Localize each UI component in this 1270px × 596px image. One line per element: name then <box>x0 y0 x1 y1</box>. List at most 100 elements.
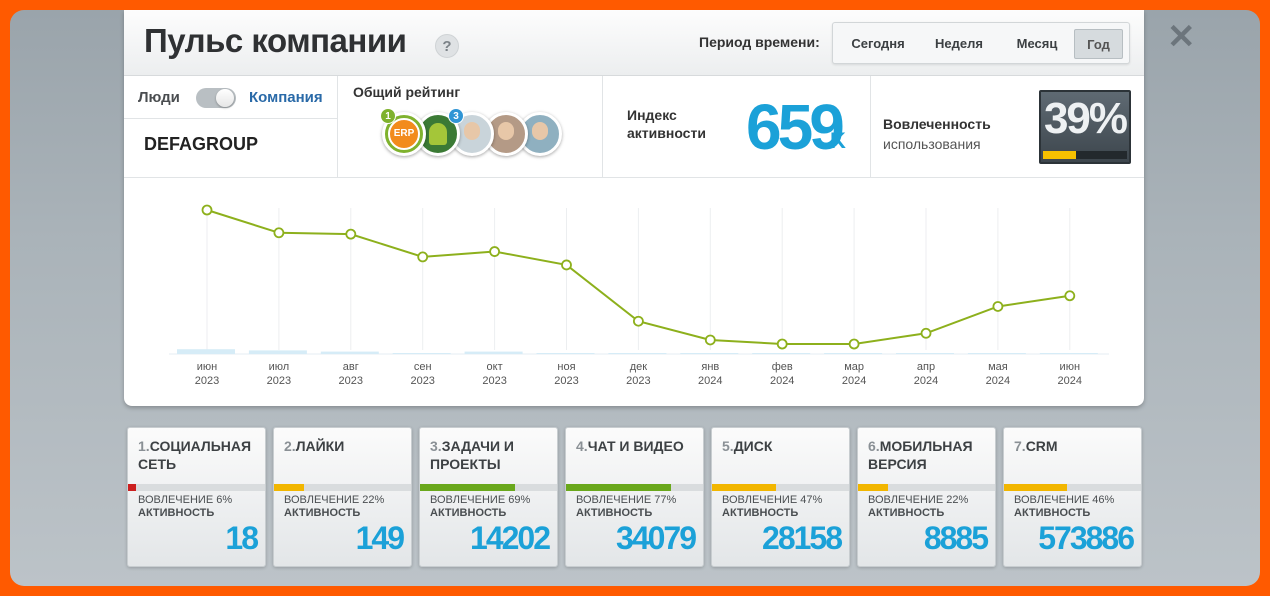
period-month-button[interactable]: Месяц <box>1003 29 1071 59</box>
tool-title: 2.Лайки <box>284 437 409 455</box>
data-point[interactable] <box>417 251 429 263</box>
period-selector: Сегодня Неделя Месяц Год <box>832 22 1130 64</box>
period-today-button[interactable]: Сегодня <box>841 29 915 59</box>
chart-bar <box>680 353 739 354</box>
engagement-value: 39% <box>1043 94 1128 143</box>
activity-chart: июн 2023 июл 2023 авг 2023 сен 2023 окт 2023 ноя 20… <box>124 178 1144 406</box>
tool-title: 7.CRM <box>1014 437 1139 455</box>
chart-bar <box>896 353 954 354</box>
tool-activity-label: Активность <box>576 507 653 519</box>
engagement-bar <box>1043 151 1127 159</box>
period-week-button[interactable]: Неделя <box>923 29 995 59</box>
x-tick-year: 2024 <box>986 375 1010 387</box>
android-icon <box>429 123 447 145</box>
tool-activity-value: 14202 <box>470 520 551 556</box>
header-bar: Пульс компании ? Период времени: Сегодня… <box>124 10 1144 76</box>
tool-activity-value: 28158 <box>762 520 843 556</box>
tool-engagement-fill <box>1004 484 1068 491</box>
scope-toggle[interactable] <box>196 88 236 108</box>
x-tick-year: 2024 <box>914 375 938 387</box>
user-avatar-4-face <box>498 122 514 140</box>
stats-row: Люди Компания DEFAGROUP Общий рейтинг ER… <box>124 76 1144 178</box>
tool-activity-label: Активность <box>722 507 799 519</box>
tool-engagement-bar <box>1004 484 1141 491</box>
tool-activity-label: Активность <box>430 507 507 519</box>
data-point[interactable] <box>1064 290 1076 302</box>
tool-engagement-bar <box>712 484 849 491</box>
tool-engagement-text: Вовлечение 46% <box>1014 494 1115 506</box>
close-icon[interactable]: ✕ <box>1167 20 1196 54</box>
tool-title: 3.Задачи и проекты <box>430 437 555 473</box>
tool-tile[interactable]: 7.CRM Вовлечение 46% Активность 573886 <box>1003 427 1142 567</box>
tool-tile[interactable]: 4.Чат и видео Вовлечение 77% Активность 340… <box>565 427 704 567</box>
activity-label-line1: Индекс <box>627 107 677 123</box>
chart-bar <box>464 351 523 354</box>
tool-tile[interactable]: 2.Лайки Вовлечение 22% Активность 149 <box>273 427 412 567</box>
tool-engagement-fill <box>420 484 515 491</box>
tool-tile[interactable]: 6.Мобильная версия Вовлечение 22% Активнос… <box>857 427 996 567</box>
question-mark-icon[interactable]: ? <box>435 34 459 58</box>
user-avatar-3-face <box>464 122 480 140</box>
people-toggle-label[interactable]: Люди <box>138 89 180 106</box>
data-point[interactable] <box>920 327 932 339</box>
data-point[interactable] <box>345 228 357 240</box>
chart-bar <box>248 350 307 354</box>
tool-name: Чат и видео <box>587 438 684 454</box>
tool-engagement-text: Вовлечение 22% <box>284 494 385 506</box>
x-tick-year: 2024 <box>842 375 866 387</box>
tool-name: Лайки <box>295 438 345 454</box>
data-point[interactable] <box>489 246 501 257</box>
company-pulse-modal: ✕ Пульс компании ? Период времени: Сегод… <box>10 10 1260 586</box>
data-point[interactable] <box>776 338 788 350</box>
tool-engagement-text: Вовлечение 69% <box>430 494 531 506</box>
activity-value: 659 <box>746 91 845 163</box>
x-tick-month: июн <box>1060 361 1080 373</box>
data-point[interactable] <box>848 338 860 350</box>
tool-activity-label: Активность <box>138 507 215 519</box>
period-year-button[interactable]: Год <box>1074 29 1123 59</box>
tool-engagement-text: Вовлечение 47% <box>722 494 823 506</box>
tool-engagement-bar <box>128 484 265 491</box>
tool-engagement-bar <box>566 484 703 491</box>
company-toggle-label[interactable]: Компания <box>249 89 323 106</box>
toggle-knob <box>216 89 234 107</box>
tool-number: 1. <box>138 438 150 454</box>
tool-tile[interactable]: 1.Социальная сеть Вовлечение 6% Активность… <box>127 427 266 567</box>
activity-chart-svg: июн 2023 июл 2023 авг 2023 сен 2023 окт 2023 ноя 20… <box>169 204 1109 387</box>
company-name: DEFAGROUP <box>144 134 259 154</box>
tool-name: Задачи и проекты <box>430 438 514 472</box>
tool-engagement-bar <box>420 484 557 491</box>
activity-label: Индекс активности <box>627 106 706 142</box>
tool-tile[interactable]: 5.Диск Вовлечение 47% Активность 28158 <box>711 427 850 567</box>
x-tick-month: ноя <box>557 361 575 373</box>
tool-title: 5.Диск <box>722 437 847 455</box>
tool-activity-label: Активность <box>868 507 945 519</box>
tool-activity-label: Активность <box>284 507 361 519</box>
x-tick-month: янв <box>701 361 719 373</box>
engagement-meter: 39% <box>1039 90 1131 164</box>
tool-tile[interactable]: 3.Задачи и проекты Вовлечение 69% Активнос… <box>419 427 558 567</box>
data-point[interactable] <box>633 315 644 327</box>
user-avatar-3-rank-badge: 3 <box>448 108 464 124</box>
erp-avatar-label: ERP <box>388 118 420 150</box>
tool-engagement-text: Вовлечение 6% <box>138 494 233 506</box>
tool-activity-value: 34079 <box>616 520 697 556</box>
x-tick-year: 2024 <box>770 375 794 387</box>
engagement-title: Вовлеченность <box>883 116 991 132</box>
data-point[interactable] <box>561 259 572 271</box>
activity-label-line2: активности <box>627 125 706 141</box>
tool-title: 4.Чат и видео <box>576 437 701 455</box>
tool-activity-label: Активность <box>1014 507 1091 519</box>
x-tick-month: июл <box>269 361 290 373</box>
data-point[interactable] <box>992 301 1004 312</box>
data-point[interactable] <box>201 204 213 216</box>
tool-number: 2. <box>284 438 296 454</box>
x-tick-year: 2023 <box>195 375 219 387</box>
tool-number: 3. <box>430 438 442 454</box>
data-point[interactable] <box>704 334 716 346</box>
chart-bar <box>752 353 811 354</box>
tool-engagement-fill <box>566 484 672 491</box>
x-tick-month: сен <box>414 361 432 373</box>
data-point[interactable] <box>273 227 285 239</box>
tool-name: Мобильная версия <box>868 438 973 472</box>
